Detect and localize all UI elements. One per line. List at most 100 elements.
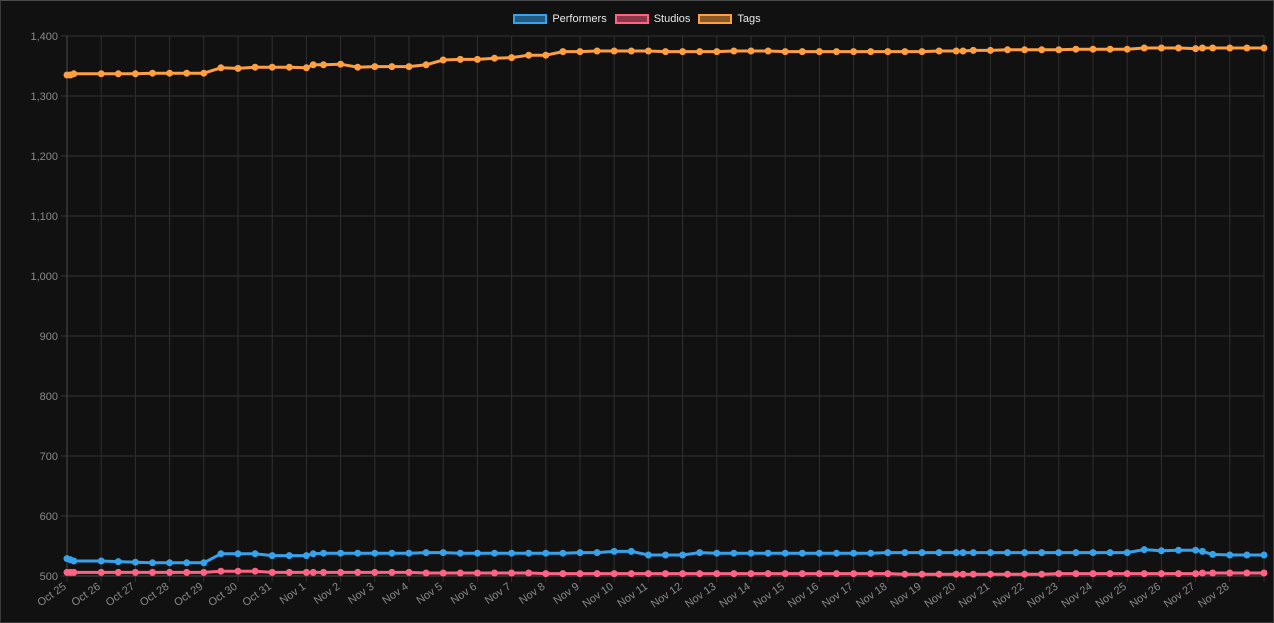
x-tick-label: Nov 16 (786, 581, 821, 611)
performers-data-point (952, 549, 960, 557)
performers-data-point (1140, 546, 1148, 554)
tags-data-point (1260, 44, 1268, 52)
performers-data-point (627, 547, 635, 555)
studios-data-point (986, 570, 994, 578)
performers-data-point (1157, 547, 1165, 555)
tags-data-point (439, 56, 447, 64)
studios-data-point (1106, 570, 1114, 578)
performers-data-point (1072, 549, 1080, 557)
studios-data-point (302, 568, 310, 576)
studios-data-point (1055, 570, 1063, 578)
tags-data-point (901, 48, 909, 56)
y-tick-label: 900 (40, 331, 58, 343)
tags-data-point (815, 48, 823, 56)
performers-data-point (935, 549, 943, 557)
tags-data-point (388, 63, 396, 71)
tags-data-point (1123, 45, 1131, 53)
studios-data-point (1072, 570, 1080, 578)
studios-data-point (1038, 570, 1046, 578)
studios-data-point (309, 568, 317, 576)
tags-data-point (251, 63, 259, 71)
performers-data-point (1021, 549, 1029, 557)
studios-data-point (285, 568, 293, 576)
tags-data-point (508, 54, 516, 62)
x-tick-label: Nov 26 (1128, 581, 1163, 611)
tags-data-point (234, 64, 242, 72)
x-tick-label: Nov 17 (820, 581, 855, 611)
tags-data-point (268, 63, 276, 71)
x-tick-label: Nov 23 (1025, 581, 1060, 611)
studios-data-point (644, 570, 652, 578)
performers-data-point (183, 559, 191, 567)
tags-data-point (969, 46, 977, 54)
x-tick-label: Nov 27 (1162, 581, 1197, 611)
studios-data-point (662, 570, 669, 578)
performers-data-point (1175, 546, 1182, 554)
tags-data-point (952, 47, 960, 55)
performers-data-point (439, 549, 447, 557)
tags-data-point (644, 47, 652, 55)
tags-data-point (918, 48, 926, 56)
studios-data-point (491, 569, 498, 577)
studios-data-point (610, 570, 618, 578)
performers-data-point (388, 549, 396, 557)
studios-data-point (320, 568, 327, 576)
tags-data-point (97, 70, 105, 78)
performers-data-point (251, 550, 259, 558)
tags-data-point (935, 47, 943, 55)
studios-data-point (1004, 570, 1011, 578)
studios-data-point (217, 567, 225, 575)
studios-data-point (251, 567, 259, 575)
performers-data-point (713, 549, 721, 557)
studios-data-point (884, 570, 892, 578)
performers-data-point (644, 551, 652, 559)
studios-data-point (456, 569, 464, 577)
tags-data-point (491, 54, 498, 62)
studios-data-point (525, 569, 533, 577)
performers-data-point (679, 551, 687, 559)
x-tick-label: Nov 4 (380, 581, 410, 607)
tags-data-point (764, 47, 772, 55)
x-tick-label: Nov 14 (717, 581, 752, 611)
tags-data-point (627, 47, 635, 55)
studios-data-point (1260, 569, 1268, 577)
x-tick-label: Oct 29 (172, 581, 205, 609)
studios-data-point (183, 568, 191, 576)
tags-data-point (781, 48, 789, 56)
performers-data-point (302, 552, 310, 560)
performers-data-point (1209, 550, 1217, 558)
studios-data-point (764, 570, 772, 578)
y-tick-label: 600 (40, 511, 58, 523)
tags-data-point (337, 60, 345, 68)
performers-data-point (285, 552, 293, 560)
performers-data-point (867, 549, 875, 557)
tags-data-point (1106, 45, 1114, 53)
tags-data-point (833, 48, 840, 56)
performers-data-point (371, 549, 379, 557)
x-tick-label: Nov 11 (615, 581, 650, 610)
studios-data-point (627, 570, 635, 578)
tags-data-point (166, 69, 174, 77)
performers-data-point (730, 549, 738, 557)
performers-data-point (969, 549, 977, 557)
performers-data-point (473, 549, 481, 557)
performers-data-point (70, 557, 78, 565)
studios-data-point (969, 570, 977, 578)
studios-data-point (1198, 569, 1206, 577)
performers-data-point (320, 549, 327, 557)
x-tick-label: Nov 1 (278, 581, 308, 607)
tags-data-point (959, 47, 967, 55)
tags-data-point (1175, 44, 1182, 52)
studios-data-point (97, 568, 105, 576)
studios-data-point (337, 568, 345, 576)
studios-data-point (114, 568, 122, 576)
performers-data-point (747, 549, 755, 557)
tags-data-point (884, 48, 892, 56)
tags-data-point (183, 69, 191, 77)
tags-data-point (302, 64, 310, 72)
performers-data-point (1106, 549, 1114, 557)
y-tick-label: 500 (40, 571, 58, 583)
x-tick-label: Nov 5 (414, 581, 444, 607)
studios-data-point (149, 568, 156, 576)
tags-data-point (70, 70, 78, 78)
